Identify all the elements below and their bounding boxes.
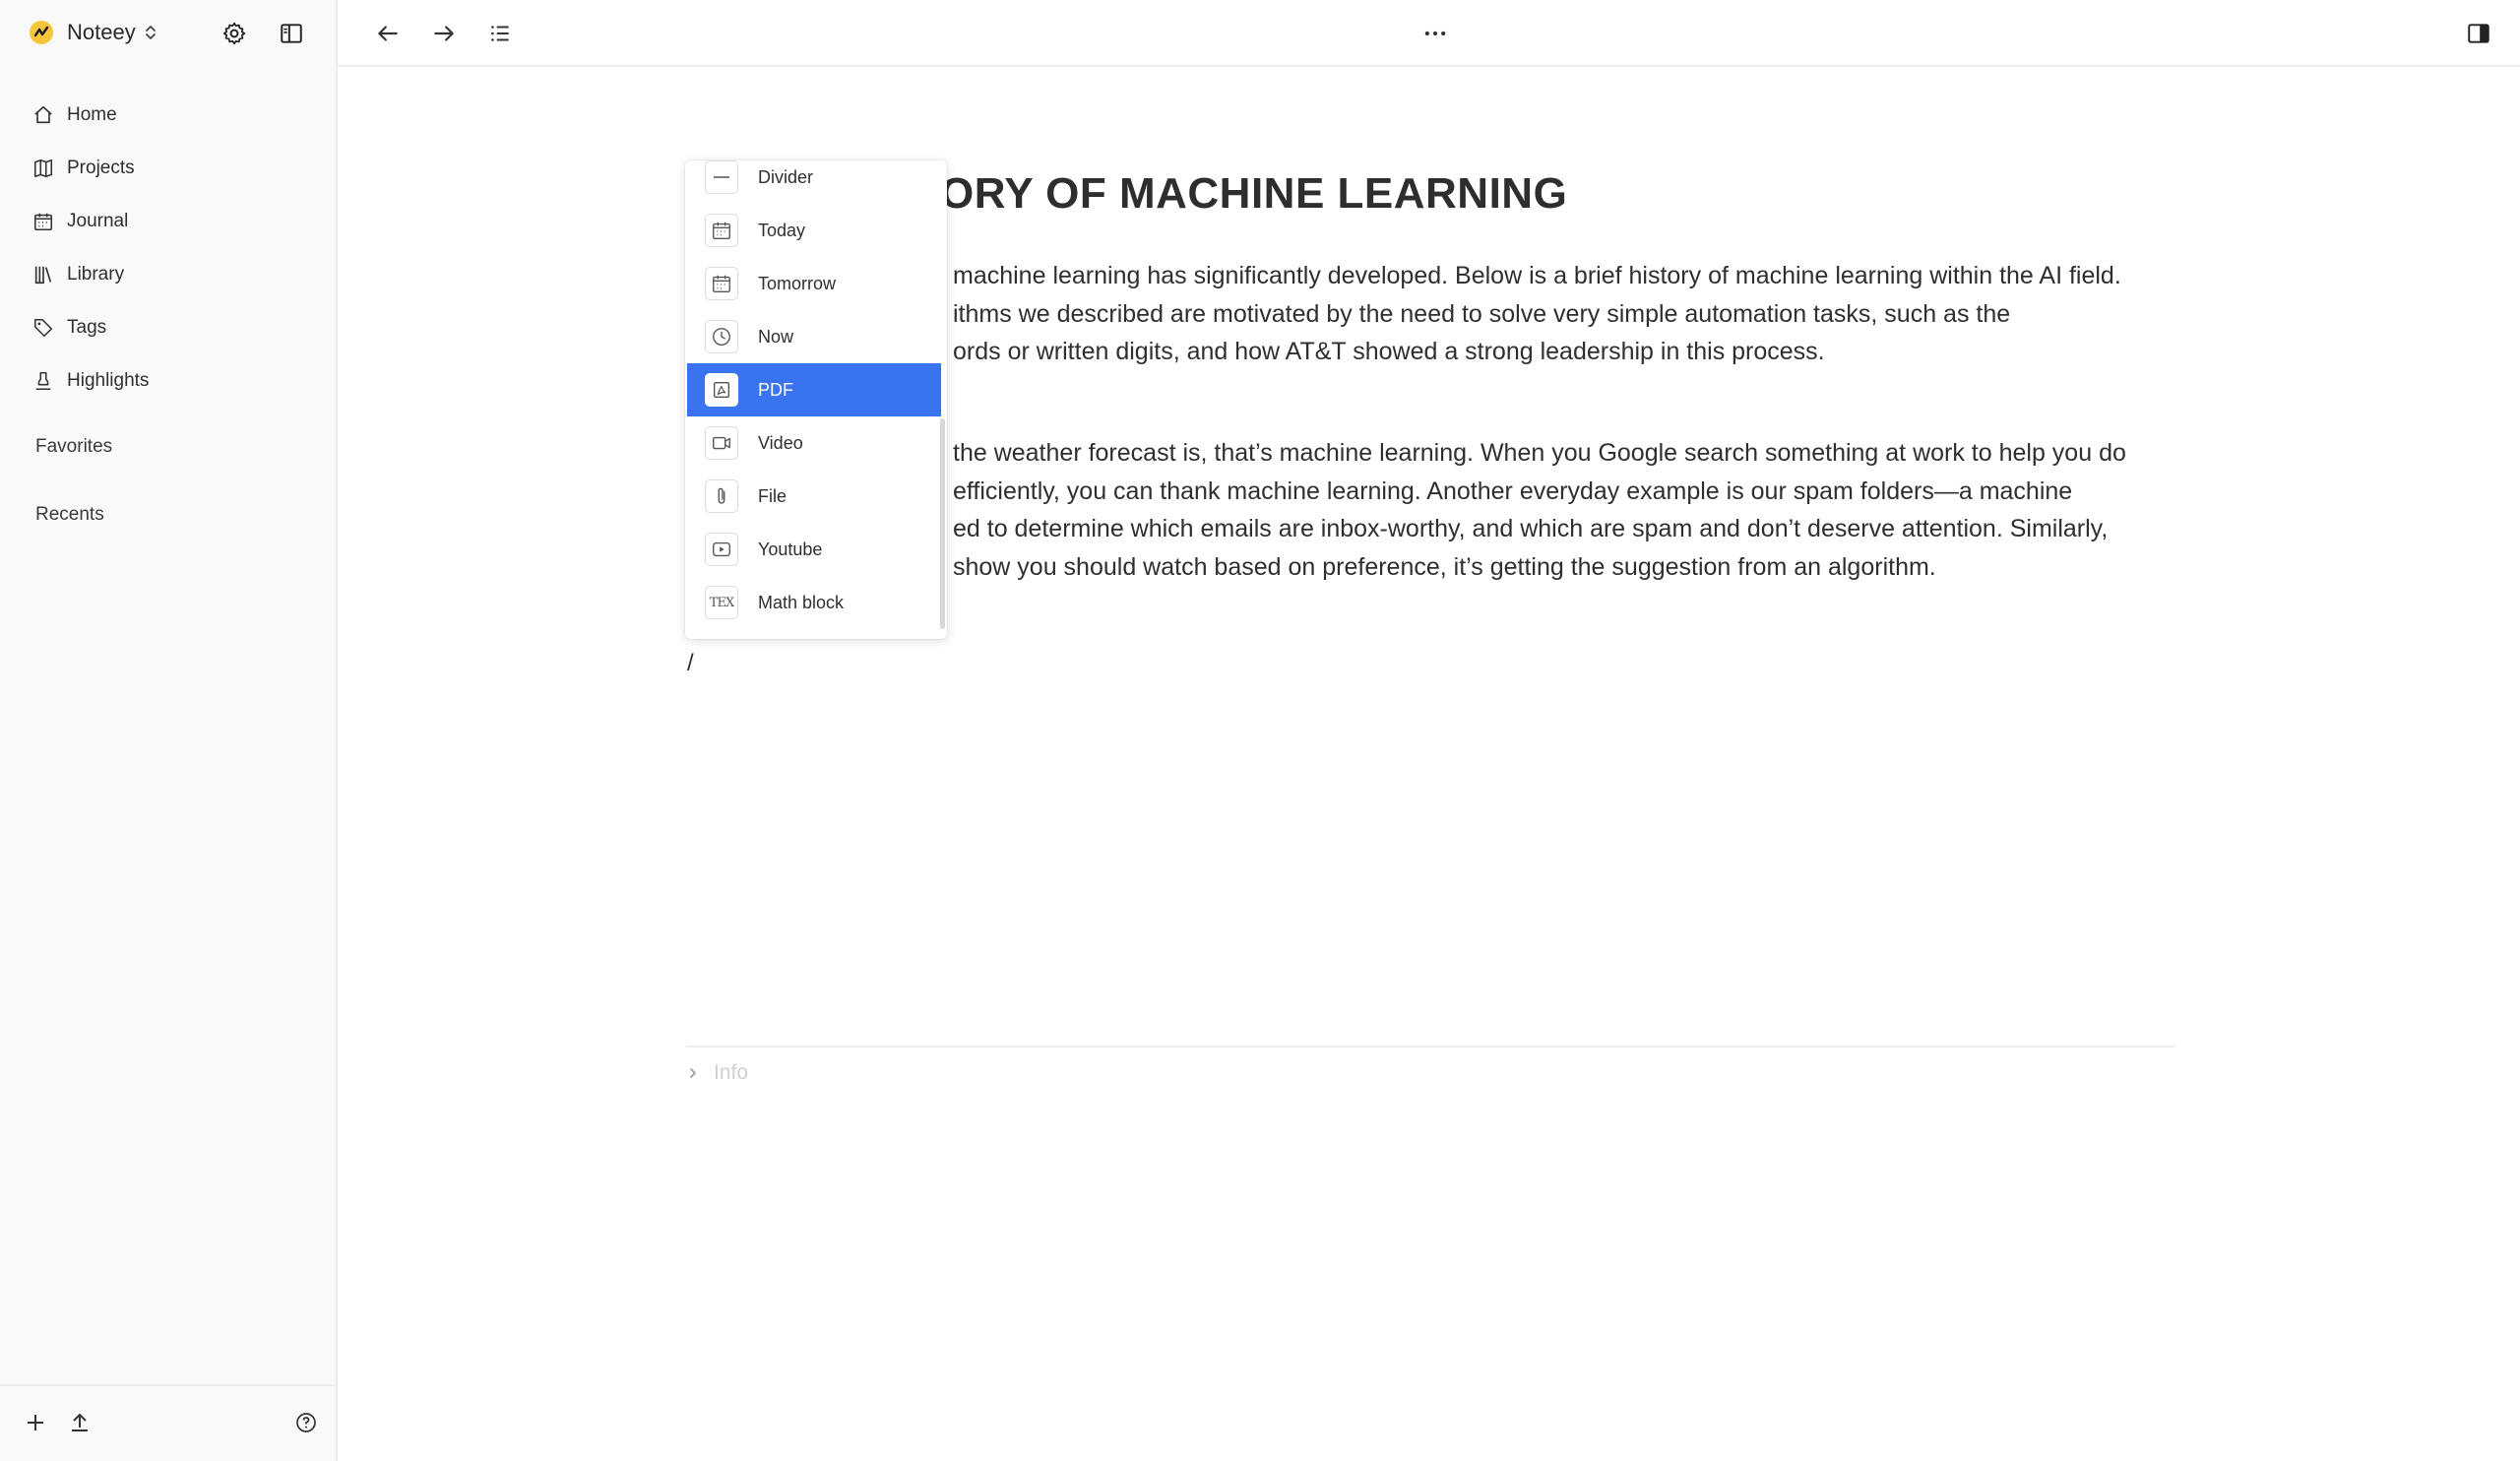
pdf-icon (705, 373, 738, 407)
paragraph-line: show you should watch based on preferenc… (953, 552, 1936, 581)
menu-item-file[interactable]: File (687, 470, 941, 523)
paragraph-line: ed to determine which emails are inbox-w… (953, 515, 2109, 542)
menu-item-today[interactable]: Today (687, 204, 941, 257)
sidebar-panel-icon (279, 21, 304, 46)
sidebar: Noteey Home Projects Journal Library Tag… (0, 0, 338, 1461)
more-horizontal-icon (1421, 20, 1449, 47)
help-icon (294, 1411, 318, 1434)
menu-item-tomorrow[interactable]: Tomorrow (687, 257, 941, 310)
sidebar-item-tags[interactable]: Tags (32, 301, 317, 354)
recents-section[interactable]: Recents (35, 504, 104, 526)
workspace-switcher[interactable]: Noteey (30, 16, 158, 49)
chevron-right-icon (686, 1066, 700, 1080)
menu-item-youtube[interactable]: Youtube (687, 523, 941, 576)
arrow-left-icon (375, 21, 401, 46)
menu-item-video[interactable]: Video (687, 416, 941, 470)
youtube-icon (705, 533, 738, 566)
menu-item-label: File (758, 485, 788, 506)
document-title[interactable]: ORY OF MACHINE LEARNING (940, 169, 1567, 219)
sidebar-item-label: Home (67, 104, 117, 125)
sidebar-item-label: Highlights (67, 370, 150, 391)
outline-button[interactable] (482, 16, 518, 51)
paragraph-line: ithms we described are motivated by the … (953, 299, 2011, 328)
sidebar-nav: Home Projects Journal Library Tags Highl… (32, 89, 317, 408)
menu-item-label: Tomorrow (758, 273, 837, 293)
gear-icon (221, 21, 247, 46)
tex-glyph: TEX (709, 595, 734, 610)
sidebar-item-label: Library (67, 264, 125, 285)
more-options-button[interactable] (1418, 16, 1453, 51)
slash-command-menu[interactable]: Divider Today Tomorrow Now PDF Video Fil… (685, 160, 947, 639)
favorites-section[interactable]: Favorites (35, 436, 112, 458)
info-divider (686, 1046, 2174, 1048)
paragraph-line: machine learning has significantly devel… (953, 262, 2121, 289)
tex-icon: TEX (705, 586, 738, 619)
menu-item-label: PDF (758, 379, 793, 400)
top-toolbar (338, 0, 2520, 67)
menu-item-label: Math block (758, 592, 845, 612)
menu-item-label: Divider (758, 166, 814, 187)
paragraph-line: efficiently, you can thank machine learn… (953, 476, 2073, 505)
tag-icon (32, 316, 55, 340)
help-button[interactable] (289, 1406, 323, 1439)
sidebar-item-label: Journal (67, 211, 129, 231)
menu-item-label: Today (758, 220, 806, 240)
toggle-right-panel-button[interactable] (2461, 16, 2496, 51)
calendar-icon (705, 267, 738, 300)
menu-item-label: Now (758, 326, 794, 347)
noteey-logo-icon (30, 21, 53, 44)
menu-item-pdf[interactable]: PDF (687, 363, 941, 416)
list-icon (487, 21, 513, 46)
calendar-icon (705, 214, 738, 247)
sidebar-item-label: Tags (67, 317, 107, 338)
right-panel-icon (2466, 21, 2491, 46)
sidebar-footer (0, 1384, 338, 1461)
sidebar-item-label: Projects (67, 158, 135, 178)
chevron-updown-icon (144, 23, 158, 42)
plus-icon (24, 1411, 47, 1434)
clock-icon (705, 320, 738, 353)
add-button[interactable] (19, 1406, 52, 1439)
highlighter-icon (32, 369, 55, 393)
menu-scrollbar[interactable] (940, 418, 945, 629)
map-icon (32, 157, 55, 180)
forward-button[interactable] (426, 16, 462, 51)
editor-input-line[interactable]: / (687, 650, 694, 677)
upload-icon (68, 1411, 92, 1434)
paragraph-2[interactable]: the weather forecast is, that’s machine … (953, 434, 2126, 586)
sidebar-item-highlights[interactable]: Highlights (32, 354, 317, 408)
divider-icon (705, 160, 738, 194)
video-icon (705, 426, 738, 460)
workspace-name: Noteey (67, 20, 136, 44)
menu-item-now[interactable]: Now (687, 310, 941, 363)
library-icon (32, 263, 55, 286)
back-button[interactable] (370, 16, 406, 51)
info-toggle[interactable]: Info (686, 1057, 748, 1089)
sidebar-item-journal[interactable]: Journal (32, 195, 317, 248)
menu-item-label: Youtube (758, 539, 823, 559)
calendar-icon (32, 210, 55, 233)
arrow-right-icon (431, 21, 457, 46)
settings-button[interactable] (218, 17, 251, 50)
menu-item-divider[interactable]: Divider (687, 160, 941, 204)
info-label: Info (714, 1061, 749, 1084)
paperclip-icon (705, 479, 738, 513)
paragraph-1[interactable]: machine learning has significantly devel… (953, 257, 2121, 371)
menu-item-label: Video (758, 432, 803, 453)
sidebar-item-home[interactable]: Home (32, 89, 317, 142)
menu-item-math-block[interactable]: TEX Math block (687, 576, 941, 629)
sidebar-item-projects[interactable]: Projects (32, 142, 317, 195)
home-icon (32, 103, 55, 127)
sidebar-item-library[interactable]: Library (32, 248, 317, 301)
paragraph-line: ords or written digits, and how AT&T sho… (953, 338, 1825, 365)
toggle-sidebar-button[interactable] (275, 17, 308, 50)
paragraph-line: the weather forecast is, that’s machine … (953, 439, 2126, 467)
import-button[interactable] (63, 1406, 96, 1439)
